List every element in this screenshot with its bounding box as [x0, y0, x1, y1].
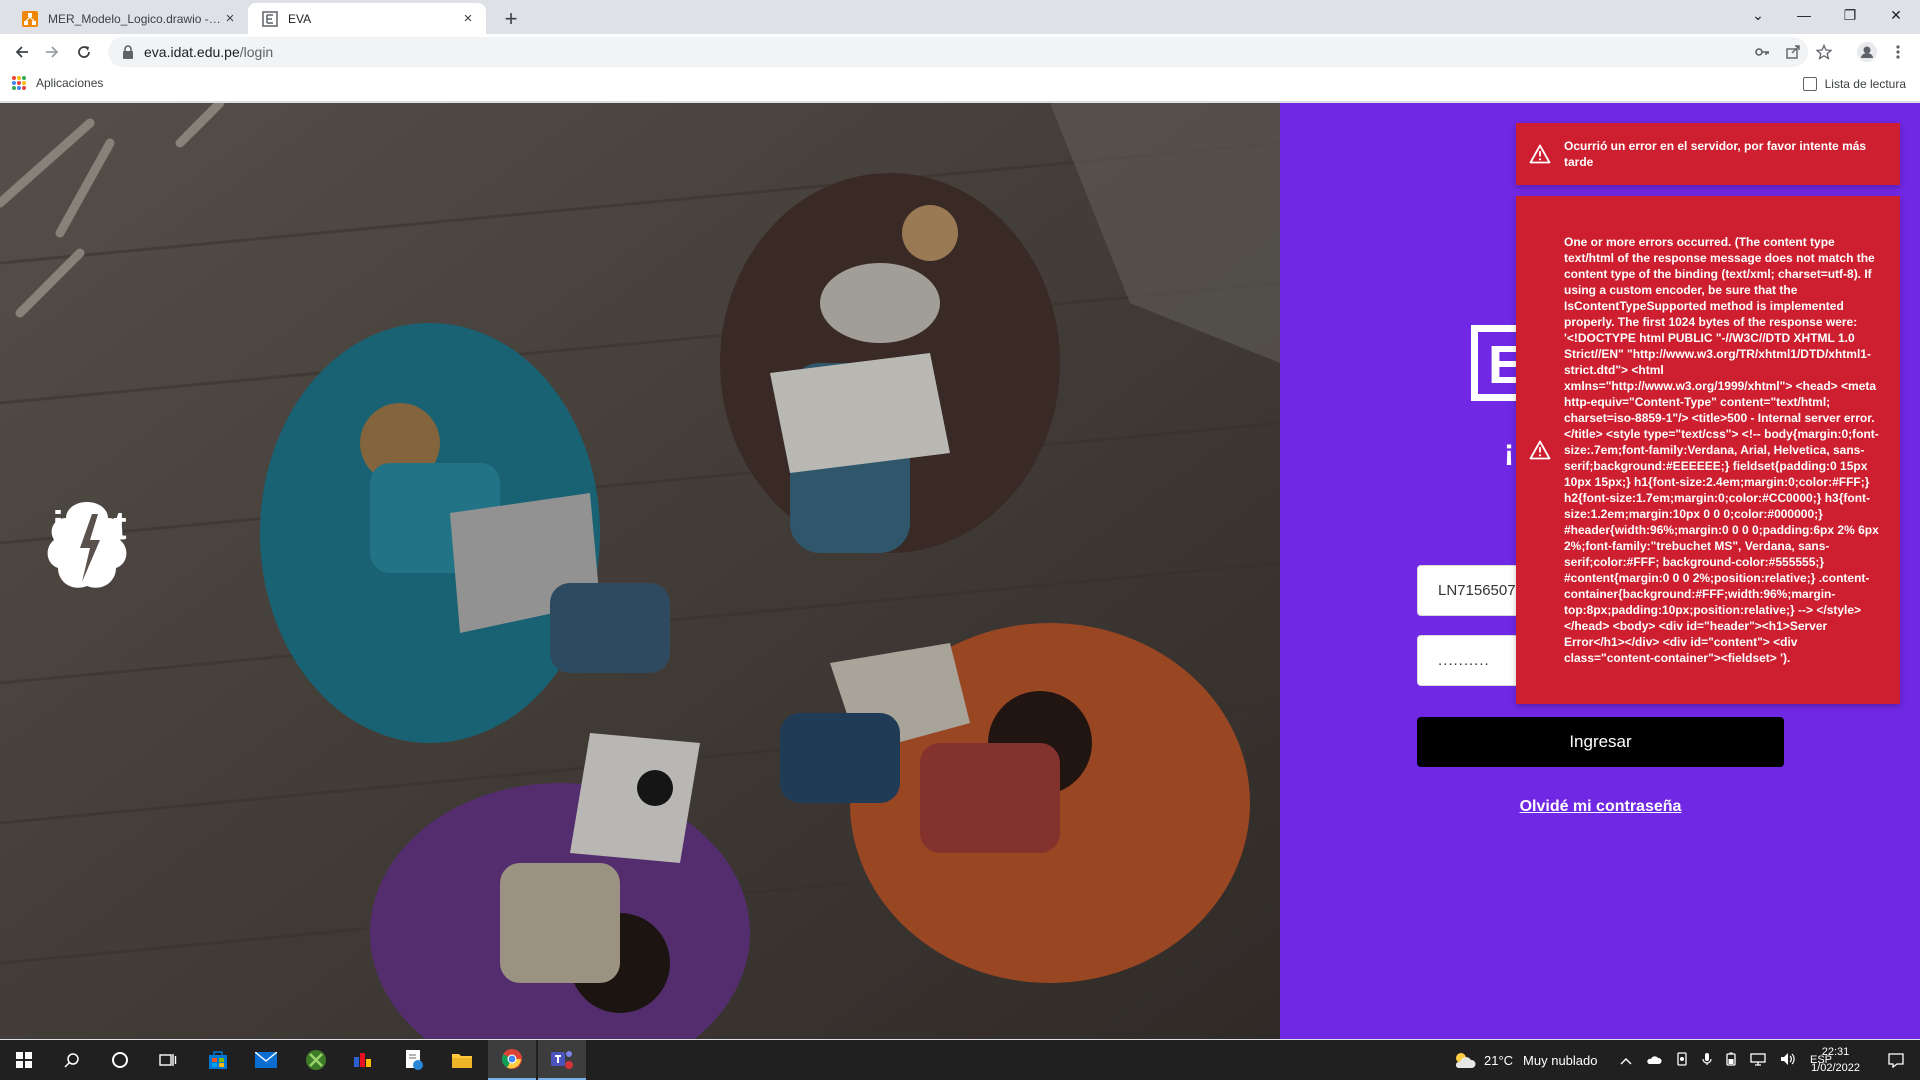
- error-detail-message: One or more errors occurred. (The conten…: [1564, 235, 1879, 665]
- more-menu-icon[interactable]: [1886, 40, 1910, 64]
- eva-favicon-icon: [262, 10, 278, 27]
- close-tab-icon[interactable]: ×: [222, 10, 238, 27]
- notification-icon: [1888, 1053, 1904, 1068]
- search-button[interactable]: [48, 1040, 96, 1080]
- battery-icon[interactable]: [1726, 1052, 1736, 1069]
- error-toast-detail[interactable]: One or more errors occurred. (The conten…: [1516, 196, 1900, 704]
- weather-description: Muy nublado: [1523, 1052, 1598, 1068]
- palette-icon: [354, 1053, 371, 1067]
- login-page: idat E ¡ LN7156507 .......... Ingresar O…: [0, 103, 1920, 1039]
- mail-button[interactable]: [242, 1040, 290, 1080]
- reload-icon: [78, 46, 90, 58]
- clock[interactable]: 22:31 1/02/2022: [1811, 1044, 1860, 1076]
- xbox-icon: [306, 1050, 326, 1070]
- reading-list-label: Lista de lectura: [1824, 77, 1906, 91]
- network-icon[interactable]: [1750, 1052, 1766, 1069]
- reading-list-icon: [1802, 77, 1817, 91]
- task-view-icon: [159, 1054, 177, 1066]
- windows-logo-icon: [16, 1052, 32, 1068]
- warning-icon: [1516, 144, 1564, 164]
- greeting-text: ¡: [1504, 434, 1514, 467]
- hero-photo: idat: [0, 103, 1280, 1039]
- reading-list-button[interactable]: Lista de lectura: [1802, 77, 1906, 91]
- apps-grid-icon: [12, 76, 26, 90]
- start-button[interactable]: [0, 1040, 48, 1080]
- back-button[interactable]: [8, 38, 36, 66]
- search-icon: [64, 1053, 79, 1068]
- drawio-icon: [22, 10, 38, 27]
- cortana-circle-icon: [112, 1052, 128, 1068]
- error-toast[interactable]: Ocurrió un error en el servidor, por fav…: [1516, 123, 1900, 185]
- warning-icon: [1516, 440, 1564, 460]
- task-view-button[interactable]: [144, 1040, 192, 1080]
- url-path: /login: [239, 44, 274, 60]
- bookmark-star-icon[interactable]: [1812, 40, 1836, 64]
- error-message: Ocurrió un error en el servidor, por fav…: [1564, 139, 1867, 169]
- arrow-left-icon: [15, 46, 28, 58]
- chrome-icon: [501, 1049, 522, 1069]
- close-window-button[interactable]: ✕: [1873, 0, 1919, 30]
- weather-widget[interactable]: 21°C Muy nublado: [1452, 1040, 1598, 1080]
- tab-title: MER_Modelo_Logico.drawio - dia: [48, 11, 222, 26]
- forgot-password-link[interactable]: Olvidé mi contraseña: [1417, 798, 1784, 816]
- login-button[interactable]: Ingresar: [1417, 717, 1784, 767]
- bookmark-apps-label: Aplicaciones: [36, 76, 104, 90]
- onedrive-cloud-icon[interactable]: [1646, 1053, 1662, 1068]
- profile-avatar-icon[interactable]: [1855, 40, 1879, 64]
- close-tab-icon[interactable]: ×: [460, 10, 476, 27]
- forward-button[interactable]: [38, 38, 66, 66]
- cortana-button[interactable]: [96, 1040, 144, 1080]
- chevron-up-icon[interactable]: [1620, 1053, 1632, 1068]
- tab-drawio[interactable]: MER_Modelo_Logico.drawio - dia ×: [8, 3, 248, 34]
- teams-button[interactable]: [538, 1040, 586, 1080]
- clock-time: 22:31: [1821, 1046, 1850, 1058]
- volume-icon[interactable]: [1780, 1052, 1796, 1069]
- browser-toolbar: eva.idat.edu.pe/login: [0, 34, 1920, 70]
- chrome-button[interactable]: [488, 1040, 536, 1080]
- arrow-right-icon: [46, 46, 59, 58]
- tab-title: EVA: [288, 11, 312, 26]
- lock-icon: [123, 45, 133, 59]
- system-tray: ESP: [1620, 1040, 1832, 1080]
- minimize-button[interactable]: —: [1781, 0, 1827, 30]
- paint-app-button[interactable]: [340, 1040, 388, 1080]
- bookmarks-bar: Aplicaciones Lista de lectura: [0, 70, 1920, 102]
- xbox-app-button[interactable]: [292, 1040, 340, 1080]
- reload-button[interactable]: [70, 38, 98, 66]
- browser-tab-bar: MER_Modelo_Logico.drawio - dia × EVA × +…: [0, 0, 1920, 34]
- students-photo-illustration: [0, 103, 1280, 1039]
- notifications-button[interactable]: [1872, 1040, 1920, 1080]
- idat-logo: idat: [44, 500, 136, 588]
- clock-date: 1/02/2022: [1811, 1062, 1860, 1074]
- teams-icon: [551, 1051, 573, 1069]
- tab-search-button[interactable]: ⌄: [1735, 0, 1781, 30]
- password-key-icon[interactable]: [1750, 40, 1774, 64]
- device-icon[interactable]: [1676, 1051, 1688, 1069]
- idat-brain-icon: [47, 502, 127, 588]
- microsoft-store-button[interactable]: [194, 1040, 242, 1080]
- new-tab-button[interactable]: +: [497, 5, 525, 33]
- store-icon: [209, 1051, 227, 1069]
- mail-icon: [255, 1052, 277, 1068]
- paint-3d-button[interactable]: [390, 1040, 438, 1080]
- tab-eva[interactable]: EVA ×: [248, 3, 486, 34]
- cloudy-weather-icon: [1455, 1053, 1476, 1068]
- windows-taskbar: 21°C Muy nublado ESP 22:31 1/02/2022: [0, 1040, 1920, 1080]
- url-host: eva.idat.edu.pe: [144, 44, 240, 60]
- restore-button[interactable]: ❐: [1827, 0, 1873, 30]
- file-explorer-button[interactable]: [438, 1040, 486, 1080]
- weather-temperature: 21°C: [1484, 1052, 1514, 1068]
- address-bar[interactable]: eva.idat.edu.pe/login: [108, 37, 1808, 67]
- share-icon[interactable]: [1781, 40, 1805, 64]
- microphone-icon[interactable]: [1702, 1052, 1712, 1069]
- bookmark-apps[interactable]: Aplicaciones: [12, 76, 103, 90]
- paint-document-icon: [406, 1050, 423, 1070]
- folder-icon: [452, 1054, 472, 1068]
